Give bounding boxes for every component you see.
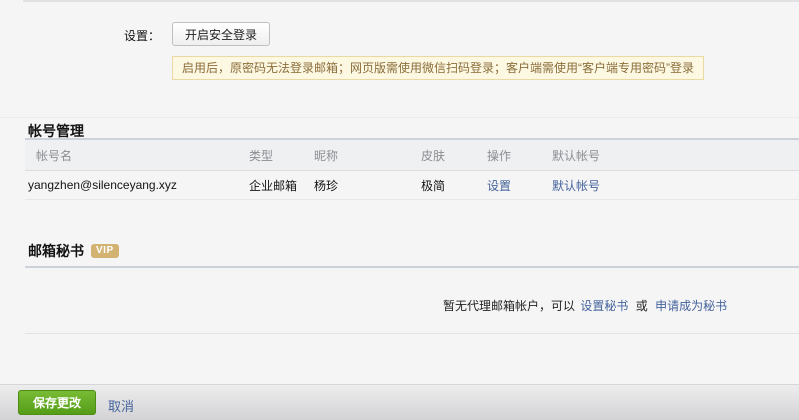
- save-button[interactable]: 保存更改: [18, 390, 96, 415]
- cancel-button[interactable]: 取消: [108, 396, 134, 415]
- secretary-rule: [25, 266, 799, 268]
- enable-secure-login-button[interactable]: 开启安全登录: [172, 22, 270, 46]
- set-secretary-link[interactable]: 设置秘书: [580, 299, 628, 313]
- account-skin-cell: 极简: [421, 177, 487, 194]
- account-name-cell: yangzhen@silenceyang.xyz: [25, 178, 249, 192]
- table-row: yangzhen@silenceyang.xyz 企业邮箱 杨珍 极简 设置 默…: [25, 171, 799, 200]
- security-setting-label: 设置：: [0, 27, 160, 44]
- mail-settings-page: 设置： 开启安全登录 启用后，原密码无法登录邮箱；网页版需使用微信扫码登录；客户…: [0, 0, 799, 420]
- col-header-account-name: 帐号名: [25, 147, 249, 164]
- secretary-title: 邮箱秘书: [28, 241, 84, 261]
- secretary-bottom-divider: [25, 333, 799, 334]
- accounts-table: 帐号名 类型 昵称 皮肤 操作 默认帐号 yangzhen@silenceyan…: [25, 140, 799, 200]
- secretary-heading: 邮箱秘书 VIP: [28, 241, 119, 261]
- col-header-action: 操作: [487, 147, 552, 164]
- accounts-table-header: 帐号名 类型 昵称 皮肤 操作 默认帐号: [25, 140, 799, 171]
- account-settings-link[interactable]: 设置: [487, 179, 511, 193]
- col-header-skin: 皮肤: [421, 147, 487, 164]
- default-account-link[interactable]: 默认帐号: [552, 179, 600, 193]
- account-nickname-cell: 杨珍: [314, 177, 421, 194]
- vip-badge: VIP: [91, 244, 119, 258]
- top-divider: [23, 0, 799, 2]
- secretary-or-text: 或: [636, 299, 648, 313]
- secretary-empty-text: 暂无代理邮箱帐户，可以: [443, 299, 575, 313]
- section-divider: [0, 117, 799, 118]
- col-header-type: 类型: [249, 147, 314, 164]
- default-account-cell: 默认帐号: [552, 177, 799, 194]
- secure-login-notice: 启用后，原密码无法登录邮箱；网页版需使用微信扫码登录；客户端需使用“客户端专用密…: [172, 56, 704, 80]
- col-header-nickname: 昵称: [314, 147, 421, 164]
- account-type-cell: 企业邮箱: [249, 177, 314, 194]
- footer-action-bar: 保存更改 取消: [0, 384, 799, 420]
- col-header-default-account: 默认帐号: [552, 147, 799, 164]
- account-settings-cell: 设置: [487, 177, 552, 194]
- secretary-empty-state: 暂无代理邮箱帐户，可以 设置秘书 或 申请成为秘书: [443, 297, 729, 314]
- apply-secretary-link[interactable]: 申请成为秘书: [655, 299, 727, 313]
